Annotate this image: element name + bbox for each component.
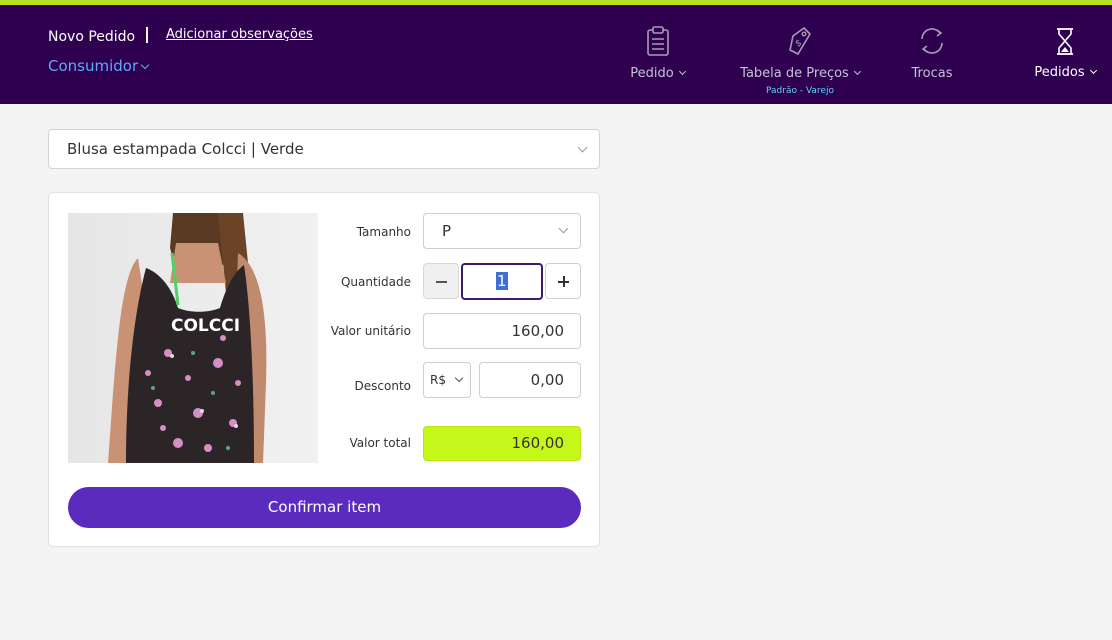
unit-price-input[interactable]: 160,00 [423,313,581,349]
minus-icon [436,281,447,283]
total-value: 160,00 [511,434,565,452]
discount-label: Desconto [354,379,411,393]
confirm-item-button[interactable]: Confirmar item [68,487,581,528]
nav-price-table-label: Tabela de Preços [740,66,849,81]
nav-exchanges[interactable]: Trocas [893,5,971,104]
discount-value: 0,00 [530,371,564,389]
discount-currency: R$ [430,373,446,387]
nav-pedido[interactable]: Pedido [610,5,705,104]
nav-exchanges-label: Trocas [911,66,953,81]
quantity-input[interactable]: 1 [461,263,543,300]
total-label: Valor total [349,436,412,450]
product-select-value: Blusa estampada Colcci | Verde [67,140,304,158]
size-select[interactable]: P [423,213,581,249]
hourglass-icon [1057,28,1073,55]
increase-quantity-button[interactable] [545,263,581,299]
chevron-down-icon [1089,66,1097,75]
price-tag-icon: $ [789,27,811,55]
customer-selector[interactable]: Consumidor [48,57,150,75]
page-title: Novo Pedido [48,29,136,45]
unit-price-value: 160,00 [511,322,565,340]
discount-input[interactable]: 0,00 [479,362,581,398]
nav-price-table[interactable]: $ Tabela de Preços Padrão - Varejo [730,5,870,104]
size-value: P [442,222,452,240]
app-header: Novo Pedido Adicionar observações Consum… [0,5,1112,104]
chevron-down-icon [577,142,588,153]
discount-type-select[interactable]: R$ [423,362,471,398]
exchange-icon [921,28,943,54]
nav-orders-label: Pedidos [1034,65,1085,80]
price-table-current: Padrão - Varejo [766,86,834,96]
size-label: Tamanho [356,225,411,239]
unit-price-label: Valor unitário [330,324,411,338]
total-value-box: 160,00 [423,426,581,461]
chevron-down-icon [140,60,150,70]
product-select[interactable]: Blusa estampada Colcci | Verde [48,129,600,169]
quantity-label: Quantidade [340,275,411,289]
chevron-down-icon [558,223,569,234]
clipboard-icon [646,26,669,56]
chevron-down-icon [678,67,686,76]
title-divider [146,27,148,43]
plus-icon-vertical [563,276,565,287]
decrease-quantity-button[interactable] [423,263,459,299]
chevron-down-icon [454,373,464,383]
add-notes-link[interactable]: Adicionar observações [166,27,313,42]
item-card: COLCCI Tamanho P Quantidade 1 Valor unit… [48,192,600,547]
nav-pedido-label: Pedido [630,66,674,81]
nav-orders[interactable]: Pedidos [1025,5,1105,104]
customer-label: Consumidor [48,57,139,75]
chevron-down-icon [853,67,861,76]
quantity-value: 1 [496,272,508,290]
shirt-print-text: COLCCI [171,316,240,336]
product-photo: COLCCI [68,213,318,463]
